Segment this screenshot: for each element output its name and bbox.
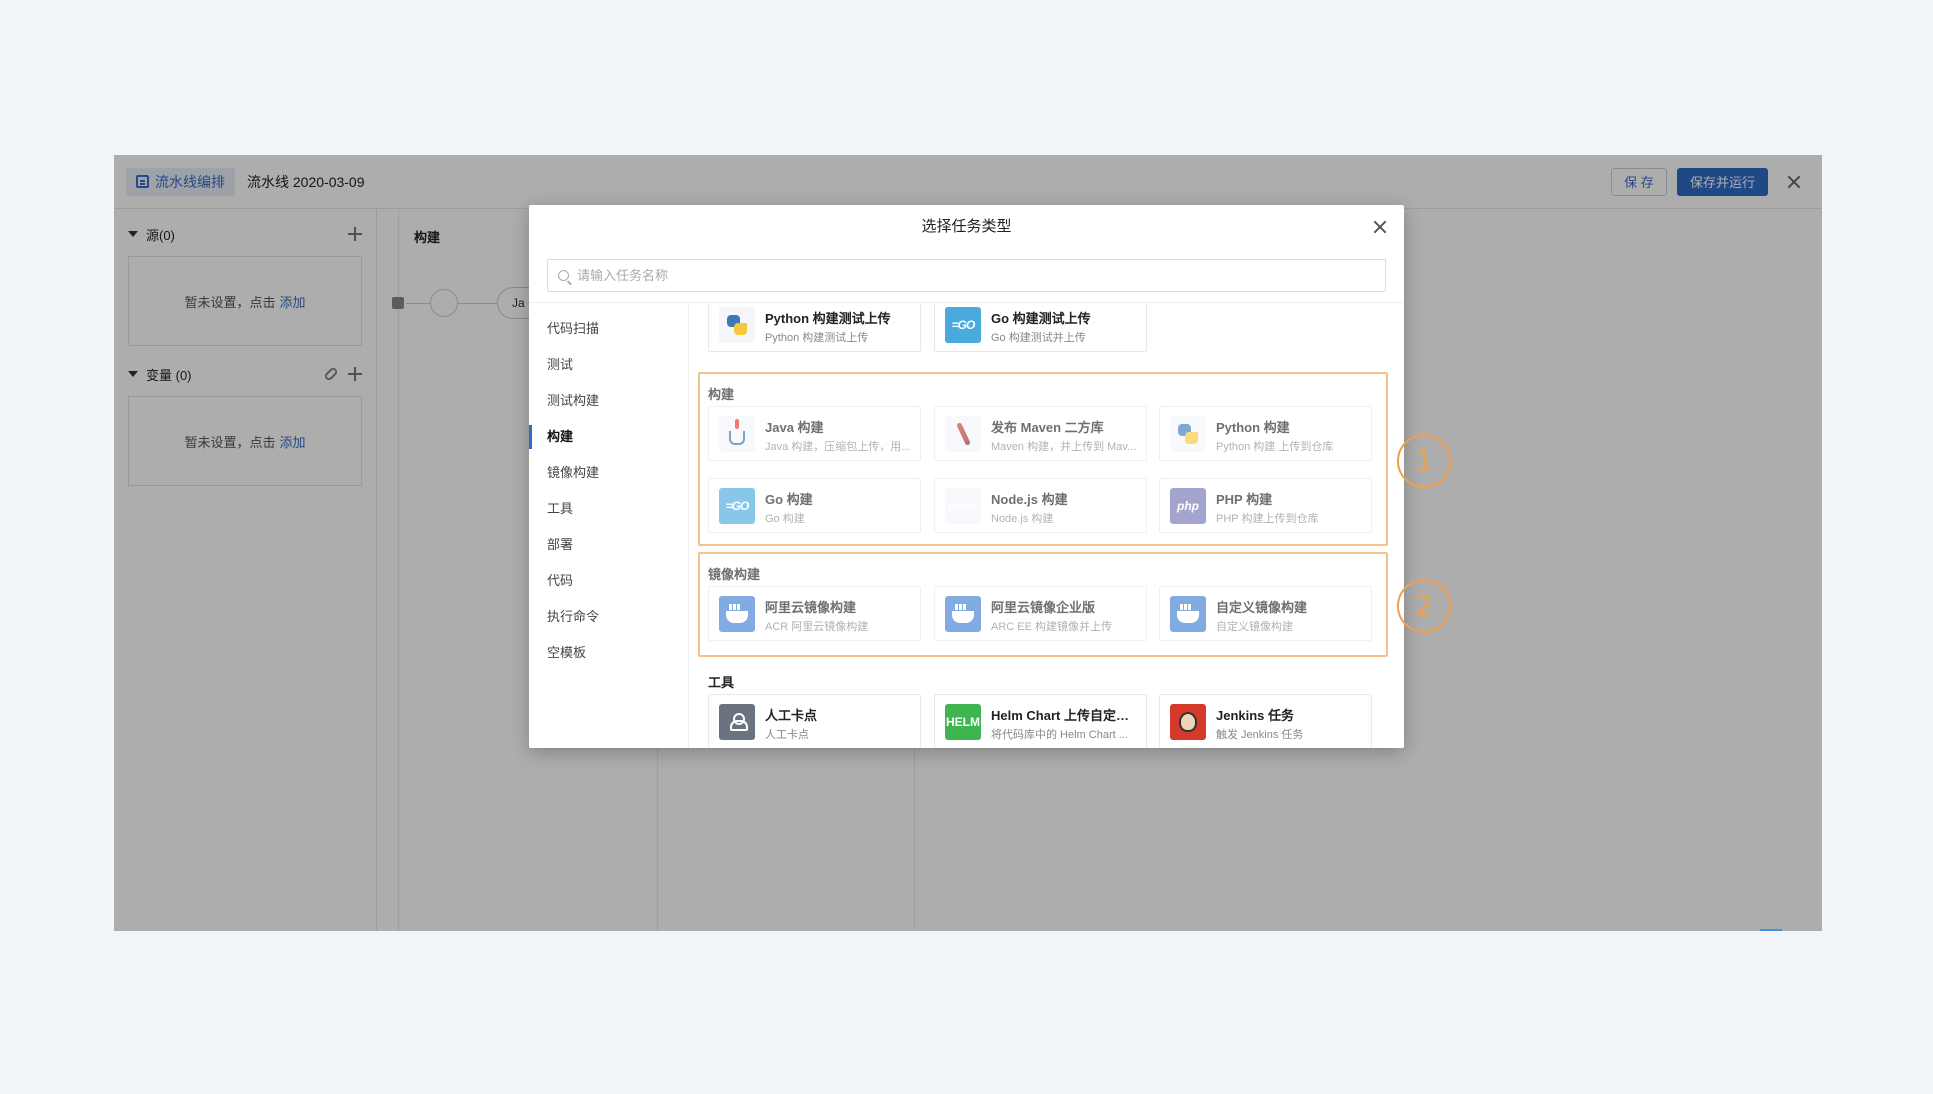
jenkins-icon [1170,704,1206,740]
category-test-build[interactable]: 测试构建 [529,383,688,419]
search-input[interactable] [577,268,1357,283]
group-title-tools: 工具 [708,675,735,690]
category-build[interactable]: 构建 [529,419,688,455]
task-card[interactable]: 人工卡点 人工卡点 [708,694,921,748]
dialog-title: 选择任务类型 [921,218,1012,235]
task-subtitle: 人工卡点 [765,729,809,741]
task-title: Helm Chart 上传自定义... [991,708,1138,723]
category-nav: 代码扫描 测试 测试构建 构建 镜像构建 工具 部署 代码 执行命令 空模板 [529,303,689,748]
task-search [547,259,1386,292]
task-title: Jenkins 任务 [1216,708,1295,723]
task-card[interactable]: =GO Go 构建测试上传 Go 构建测试并上传 [934,303,1147,352]
category-tools[interactable]: 工具 [529,491,688,527]
task-subtitle: 将代码库中的 Helm Chart ... [991,729,1128,741]
highlight-box-image-build [698,552,1388,657]
task-title: Go 构建测试上传 [991,311,1091,326]
annotation-marker-1: 1 [1397,434,1451,488]
status-indicator [1760,929,1782,931]
category-code-scan[interactable]: 代码扫描 [529,311,688,347]
go-icon: =GO [945,307,981,343]
annotation-marker-2: 2 [1397,579,1451,633]
task-title: Python 构建测试上传 [765,311,891,326]
helm-icon: HELM [945,704,981,740]
task-subtitle: Go 构建测试并上传 [991,332,1086,344]
search-icon [558,270,569,281]
category-code[interactable]: 代码 [529,563,688,599]
close-icon[interactable] [1372,219,1388,235]
task-title: 人工卡点 [765,708,818,723]
category-run-command[interactable]: 执行命令 [529,599,688,635]
task-subtitle: Python 构建测试上传 [765,332,869,344]
category-deploy[interactable]: 部署 [529,527,688,563]
task-card[interactable]: Jenkins 任务 触发 Jenkins 任务 [1159,694,1372,748]
task-subtitle: 触发 Jenkins 任务 [1216,729,1304,741]
manual-checkpoint-icon [719,704,755,740]
category-image-build[interactable]: 镜像构建 [529,455,688,491]
task-list: Python 构建测试上传 Python 构建测试上传 =GO Go 构建测试上… [690,303,1404,748]
category-test[interactable]: 测试 [529,347,688,383]
highlight-box-build [698,372,1388,546]
task-card[interactable]: HELM Helm Chart 上传自定义... 将代码库中的 Helm Cha… [934,694,1147,748]
select-task-type-dialog: 选择任务类型 代码扫描 测试 测试构建 构建 镜像构建 工具 部署 代码 执行命… [529,205,1404,748]
python-icon [719,307,755,343]
task-card[interactable]: Python 构建测试上传 Python 构建测试上传 [708,303,921,352]
category-empty-template[interactable]: 空模板 [529,635,688,671]
